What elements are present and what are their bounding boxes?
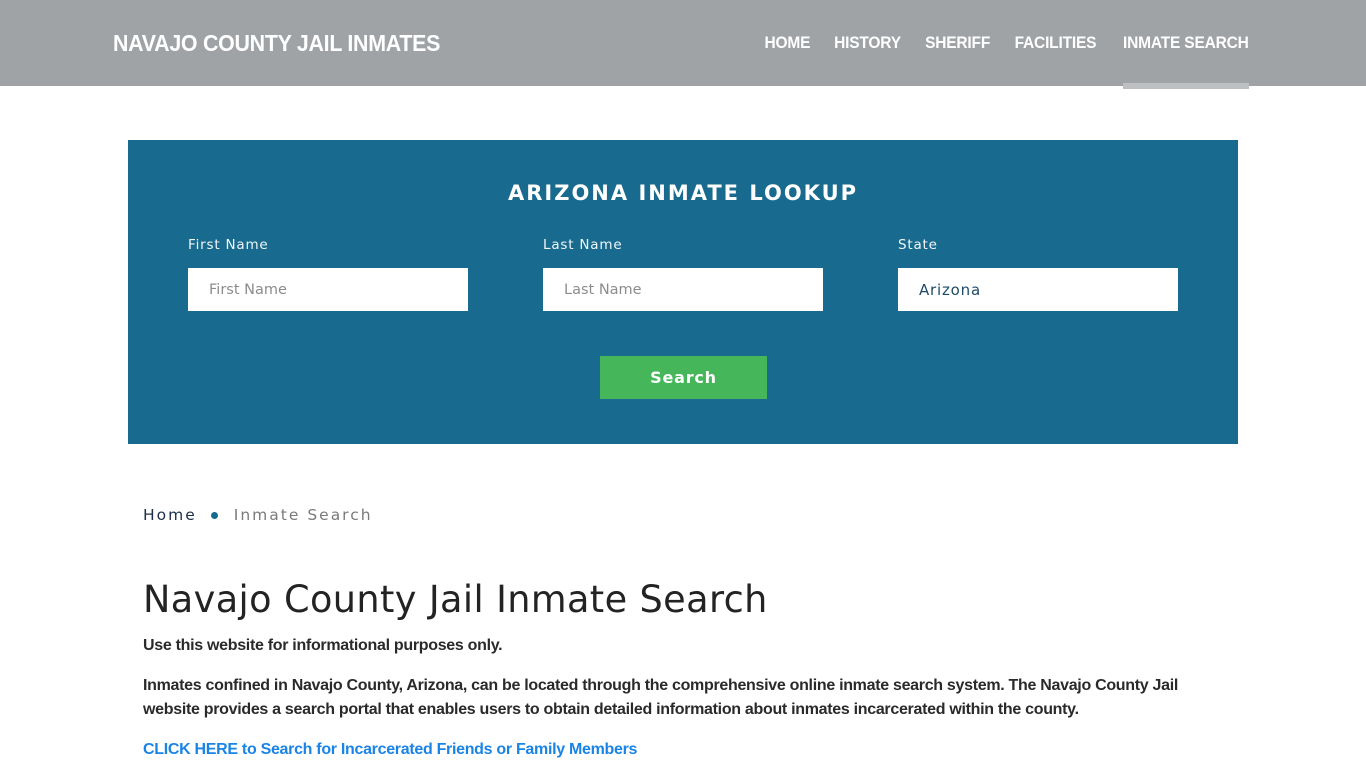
- first-name-input[interactable]: [188, 268, 468, 311]
- nav-history[interactable]: HISTORY: [834, 0, 901, 86]
- last-name-field: Last Name: [543, 237, 823, 311]
- breadcrumb-home[interactable]: Home: [143, 506, 197, 524]
- site-header: NAVAJO COUNTY JAIL INMATES HOME HISTORY …: [0, 0, 1366, 89]
- breadcrumb: Home Inmate Search: [143, 506, 373, 524]
- lookup-title: ARIZONA INMATE LOOKUP: [507, 181, 859, 205]
- first-name-label: First Name: [188, 237, 269, 253]
- last-name-label: Last Name: [543, 237, 623, 253]
- search-friends-family-link[interactable]: CLICK HERE to Search for Incarcerated Fr…: [143, 738, 637, 762]
- breadcrumb-separator-dot-icon: [210, 511, 218, 519]
- disclaimer-text: Use this website for informational purpo…: [143, 637, 503, 654]
- last-name-input[interactable]: [543, 268, 823, 311]
- state-input[interactable]: [898, 268, 1178, 311]
- state-label: State: [898, 237, 938, 253]
- nav-sheriff[interactable]: SHERIFF: [925, 0, 990, 86]
- intro-paragraph: Inmates confined in Navajo County, Arizo…: [143, 677, 1178, 718]
- nav-home[interactable]: HOME: [765, 0, 811, 86]
- page-title: Navajo County Jail Inmate Search: [143, 578, 768, 621]
- main-nav: HOME HISTORY SHERIFF FACILITIES INMATE S…: [763, 0, 1253, 89]
- search-button[interactable]: Search: [600, 356, 767, 399]
- first-name-field: First Name: [188, 237, 468, 311]
- breadcrumb-current: Inmate Search: [233, 506, 373, 524]
- state-field: State: [898, 237, 1178, 311]
- nav-inmate-search[interactable]: INMATE SEARCH: [1123, 0, 1249, 89]
- nav-facilities[interactable]: FACILITIES: [1015, 0, 1097, 86]
- site-brand[interactable]: NAVAJO COUNTY JAIL INMATES: [113, 30, 440, 57]
